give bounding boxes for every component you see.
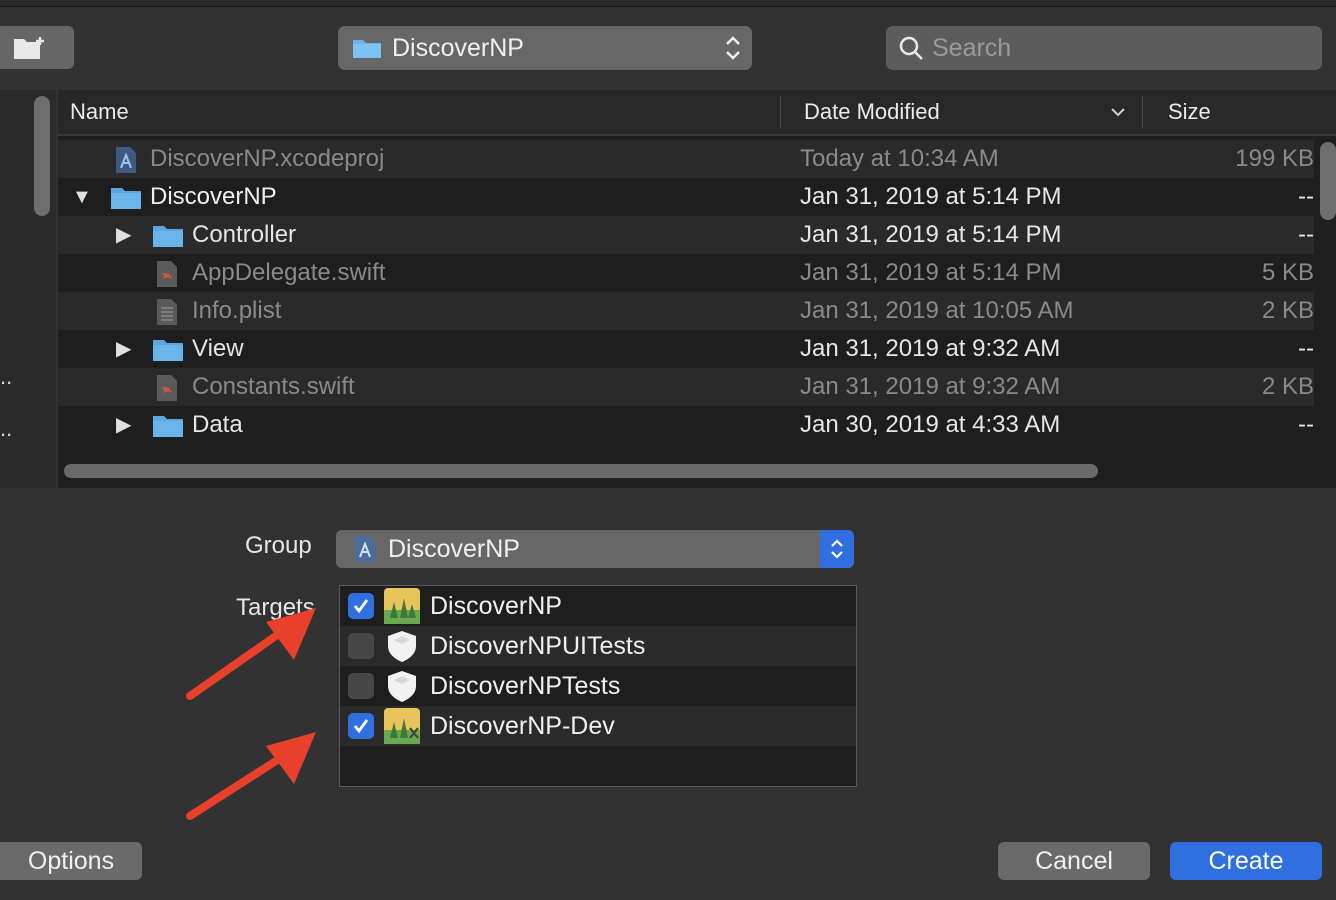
column-date-modified[interactable]: Date Modified (804, 90, 940, 134)
xcodeproj-icon (355, 536, 375, 562)
file-size: 5 KB (1261, 259, 1314, 286)
popup-stepper[interactable] (820, 530, 854, 568)
folder-icon (153, 416, 183, 437)
file-size: -- (1298, 183, 1314, 210)
search-placeholder: Search (932, 33, 1012, 62)
disclosure-triangle-closed-icon[interactable]: ▶ (116, 330, 131, 368)
folder-icon (111, 188, 141, 209)
targets-list: DiscoverNP DiscoverNPUITests DiscoverNPT… (339, 585, 857, 787)
group-popup-label: DiscoverNP (388, 534, 520, 563)
annotation-arrow-icon (186, 608, 316, 700)
file-name: AppDelegate.swift (192, 259, 386, 286)
target-checkbox[interactable] (348, 673, 374, 699)
file-size: -- (1298, 335, 1314, 362)
file-name: View (192, 335, 244, 362)
target-name: DiscoverNPTests (430, 672, 621, 700)
column-divider[interactable] (780, 96, 781, 128)
swift-file-icon (157, 261, 177, 287)
search-icon (899, 36, 923, 60)
target-checkbox[interactable] (348, 633, 374, 659)
column-divider[interactable] (1142, 96, 1143, 128)
file-name: Data (192, 411, 243, 438)
file-row[interactable]: ▼ DiscoverNP Jan 31, 2019 at 5:14 PM -- (58, 178, 1314, 216)
horizontal-scrollbar[interactable] (64, 464, 1098, 478)
target-name: DiscoverNP (430, 592, 562, 620)
file-row[interactable]: DiscoverNP.xcodeproj Today at 10:34 AM 1… (58, 140, 1314, 178)
test-bundle-icon (388, 631, 416, 662)
chevron-updown-icon (831, 539, 843, 559)
file-row[interactable]: ▶ Data Jan 30, 2019 at 4:33 AM -- (58, 406, 1314, 444)
column-size[interactable]: Size (1168, 90, 1211, 134)
create-button[interactable]: Create (1170, 842, 1322, 880)
file-date: Jan 31, 2019 at 9:32 AM (800, 335, 1061, 362)
sidebar-scrollbar[interactable] (34, 96, 50, 216)
file-date: Jan 31, 2019 at 5:14 PM (800, 183, 1062, 210)
plist-file-icon (157, 299, 177, 325)
checkmark-icon (353, 599, 369, 614)
disclosure-triangle-open-icon[interactable]: ▼ (72, 178, 92, 216)
column-header: Name Date Modified Size (58, 90, 1336, 136)
file-date: Jan 31, 2019 at 5:14 PM (800, 259, 1062, 286)
file-row[interactable]: ▶ Controller Jan 31, 2019 at 5:14 PM -- (58, 216, 1314, 254)
file-row[interactable]: ▶ View Jan 31, 2019 at 9:32 AM -- (58, 330, 1314, 368)
file-date: Jan 31, 2019 at 9:32 AM (800, 373, 1061, 400)
group-label: Group (245, 532, 312, 559)
location-popup-label: DiscoverNP (392, 33, 524, 62)
target-row[interactable]: DiscoverNPUITests (340, 626, 856, 666)
new-folder-icon (14, 36, 44, 59)
file-date: Today at 10:34 AM (800, 145, 999, 172)
cancel-button[interactable]: Cancel (998, 842, 1150, 880)
sidebar-truncated-item[interactable]: .. (0, 418, 12, 440)
file-row[interactable]: Constants.swift Jan 31, 2019 at 9:32 AM … (58, 368, 1314, 406)
target-row[interactable]: DiscoverNP (340, 586, 856, 626)
annotation-arrow-icon (186, 732, 316, 820)
disclosure-triangle-closed-icon[interactable]: ▶ (116, 406, 131, 444)
file-date: Jan 31, 2019 at 5:14 PM (800, 221, 1062, 248)
window-top-edge (0, 0, 1336, 7)
dev-app-icon (384, 708, 420, 744)
target-checkbox[interactable] (348, 713, 374, 739)
target-row[interactable]: DiscoverNP-Dev (340, 706, 856, 746)
swift-file-icon (157, 375, 177, 401)
vertical-scrollbar[interactable] (1320, 142, 1336, 220)
chevron-updown-icon (726, 36, 740, 60)
file-name: Controller (192, 221, 297, 248)
file-date: Jan 30, 2019 at 4:33 AM (800, 411, 1061, 438)
target-checkbox[interactable] (348, 593, 374, 619)
file-name: DiscoverNP (150, 183, 277, 210)
folder-icon (153, 340, 183, 361)
sidebar-truncated-item[interactable]: .. (0, 366, 12, 388)
group-popup[interactable]: DiscoverNP (336, 530, 854, 568)
xcodeproj-icon (116, 147, 136, 173)
target-name: DiscoverNP-Dev (430, 712, 615, 740)
checkmark-icon (353, 719, 369, 734)
target-name: DiscoverNPUITests (430, 632, 646, 660)
chevron-down-icon (1111, 108, 1125, 117)
file-browser: Name Date Modified Size DiscoverNP.xcode… (58, 90, 1336, 488)
file-date: Jan 31, 2019 at 10:05 AM (800, 297, 1074, 324)
file-name: Info.plist (192, 297, 282, 324)
new-folder-button[interactable] (0, 26, 74, 69)
options-button[interactable]: Options (0, 842, 142, 880)
file-row[interactable]: AppDelegate.swift Jan 31, 2019 at 5:14 P… (58, 254, 1314, 292)
file-size: -- (1298, 221, 1314, 248)
folder-icon (353, 40, 381, 58)
disclosure-triangle-closed-icon[interactable]: ▶ (116, 216, 131, 254)
file-size: 2 KB (1261, 373, 1314, 400)
file-size: 2 KB (1261, 297, 1314, 324)
file-row[interactable]: Info.plist Jan 31, 2019 at 10:05 AM 2 KB (58, 292, 1314, 330)
file-name: Constants.swift (192, 373, 355, 400)
app-icon (384, 588, 420, 624)
search-field[interactable]: Search (886, 26, 1322, 70)
folder-icon (153, 226, 183, 247)
test-bundle-icon (388, 671, 416, 702)
location-popup[interactable]: DiscoverNP (338, 26, 752, 70)
file-size: -- (1298, 411, 1314, 438)
file-name: DiscoverNP.xcodeproj (150, 145, 385, 172)
column-name[interactable]: Name (70, 90, 129, 134)
target-row[interactable]: DiscoverNPTests (340, 666, 856, 706)
file-size: 199 KB (1235, 145, 1314, 172)
